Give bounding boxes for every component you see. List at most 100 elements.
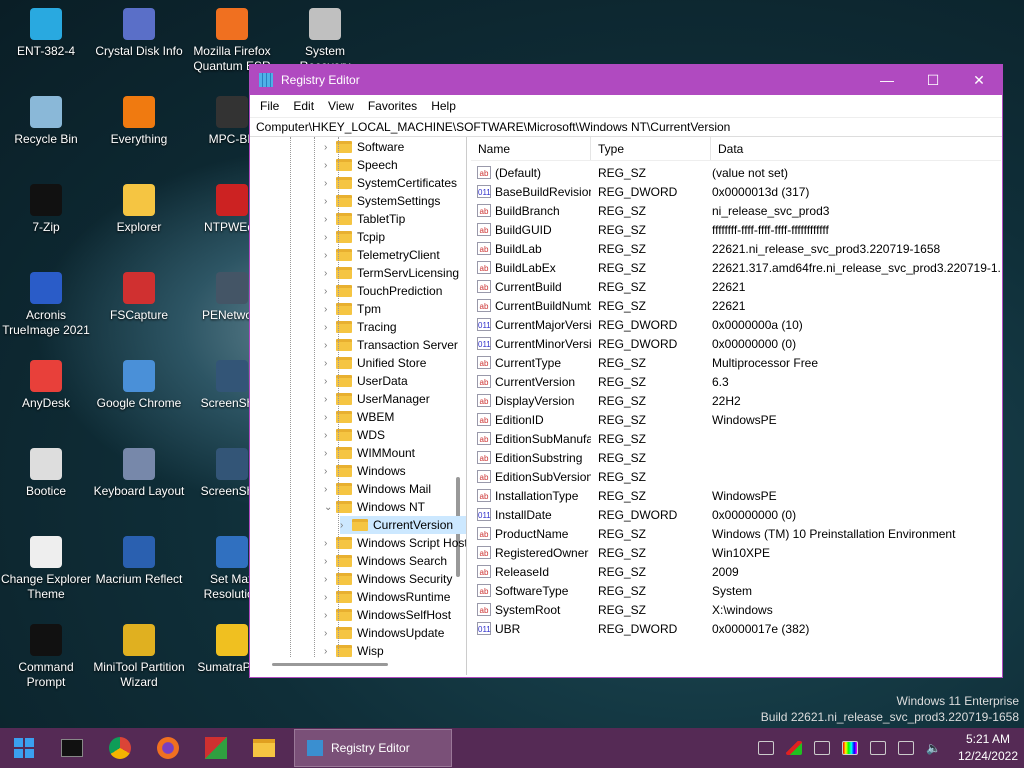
value-row[interactable]: ab BuildBranch REG_SZ ni_release_svc_prod3 <box>471 201 1001 220</box>
tree-item[interactable]: › UserManager <box>324 390 430 408</box>
value-row[interactable]: ab EditionSubstring REG_SZ <box>471 448 1001 467</box>
desktop-icon[interactable]: Change Explorer Theme <box>0 536 92 602</box>
value-row[interactable]: ab SoftwareType REG_SZ System <box>471 581 1001 600</box>
value-row[interactable]: 011 UBR REG_DWORD 0x0000017e (382) <box>471 619 1001 638</box>
value-row[interactable]: ab CurrentType REG_SZ Multiprocessor Free <box>471 353 1001 372</box>
value-row[interactable]: ab (Default) REG_SZ (value not set) <box>471 163 1001 182</box>
value-row[interactable]: ab CurrentBuild REG_SZ 22621 <box>471 277 1001 296</box>
tree-item[interactable]: › Tracing <box>324 318 397 336</box>
value-row[interactable]: ab SystemRoot REG_SZ X:\windows <box>471 600 1001 619</box>
chevron-right-icon[interactable]: › <box>324 232 336 243</box>
tree-item[interactable]: › WindowsSelfHost <box>324 606 451 624</box>
chevron-right-icon[interactable]: › <box>324 412 336 423</box>
chevron-right-icon[interactable]: › <box>324 556 336 567</box>
desktop-icon[interactable]: Bootice <box>0 448 92 499</box>
tree-item[interactable]: › WindowsRuntime <box>324 588 450 606</box>
volume-icon[interactable]: 🔈 <box>926 741 942 755</box>
value-row[interactable]: 011 BaseBuildRevisionNumber REG_DWORD 0x000… <box>471 182 1001 201</box>
taskbar-registry-editor[interactable]: Registry Editor <box>294 729 452 767</box>
chevron-right-icon[interactable]: › <box>324 160 336 171</box>
chevron-right-icon[interactable]: › <box>324 592 336 603</box>
tree-item[interactable]: › TabletTip <box>324 210 405 228</box>
chevron-right-icon[interactable]: › <box>324 646 336 657</box>
desktop-icon[interactable]: AnyDesk <box>0 360 92 411</box>
tree-item[interactable]: › Windows Mail <box>324 480 431 498</box>
value-row[interactable]: ab CurrentBuildNumber REG_SZ 22621 <box>471 296 1001 315</box>
tree-item[interactable]: › SystemSettings <box>324 192 440 210</box>
clock[interactable]: 5:21 AM 12/24/2022 <box>958 731 1018 765</box>
value-row[interactable]: 011 InstallDate REG_DWORD 0x00000000 (0) <box>471 505 1001 524</box>
value-row[interactable]: ab InstallationType REG_SZ WindowsPE <box>471 486 1001 505</box>
chevron-right-icon[interactable]: › <box>324 196 336 207</box>
chevron-right-icon[interactable]: › <box>324 250 336 261</box>
desktop-icon[interactable]: Recycle Bin <box>0 96 92 147</box>
maximize-button[interactable]: ☐ <box>910 72 956 89</box>
value-row[interactable]: ab EditionSubManufacturer REG_SZ <box>471 429 1001 448</box>
menu-view[interactable]: View <box>321 99 361 113</box>
taskbar-firefox[interactable] <box>150 732 186 764</box>
chevron-right-icon[interactable]: › <box>324 376 336 387</box>
tree-item[interactable]: ⌄ Windows NT <box>324 498 425 516</box>
desktop-icon[interactable]: Explorer <box>93 184 185 235</box>
minimize-button[interactable]: — <box>864 72 910 88</box>
taskbar-fscapture[interactable] <box>198 732 234 764</box>
column-data[interactable]: Data <box>711 137 1001 160</box>
chevron-right-icon[interactable]: › <box>340 520 352 531</box>
desktop-icon[interactable]: MiniTool Partition Wizard <box>93 624 185 690</box>
chevron-right-icon[interactable]: › <box>324 538 336 549</box>
chevron-right-icon[interactable]: › <box>324 340 336 351</box>
menu-help[interactable]: Help <box>424 99 463 113</box>
tree-item[interactable]: › TermServLicensing <box>324 264 459 282</box>
address-bar[interactable]: Computer\HKEY_LOCAL_MACHINE\SOFTWARE\Mic… <box>250 117 1002 137</box>
desktop-icon[interactable]: ENT-382-4 <box>0 8 92 59</box>
menu-edit[interactable]: Edit <box>286 99 321 113</box>
value-row[interactable]: ab BuildGUID REG_SZ ffffffff-ffff-ffff-ffff… <box>471 220 1001 239</box>
chevron-right-icon[interactable]: › <box>324 394 336 405</box>
tree-item[interactable]: › TouchPrediction <box>324 282 442 300</box>
tree-item[interactable]: › Unified Store <box>324 354 426 372</box>
chevron-right-icon[interactable]: › <box>324 304 336 315</box>
value-row[interactable]: ab BuildLabEx REG_SZ 22621.317.amd64fre.ni_… <box>471 258 1001 277</box>
tree-item[interactable]: › Software <box>324 138 404 156</box>
tree-item[interactable]: › Tcpip <box>324 228 385 246</box>
close-button[interactable]: ✕ <box>956 72 1002 89</box>
display-color-icon[interactable] <box>841 741 858 755</box>
tree-item[interactable]: › WDS <box>324 426 385 444</box>
chevron-right-icon[interactable]: › <box>324 628 336 639</box>
menu-file[interactable]: File <box>253 99 286 113</box>
chevron-right-icon[interactable]: › <box>324 214 336 225</box>
desktop-icon[interactable]: Everything <box>93 96 185 147</box>
tree-item[interactable]: › Tpm <box>324 300 381 318</box>
chevron-right-icon[interactable]: › <box>324 322 336 333</box>
tree-item[interactable]: › Transaction Server <box>324 336 458 354</box>
chevron-right-icon[interactable]: › <box>324 268 336 279</box>
battery-icon[interactable] <box>897 741 914 755</box>
column-type[interactable]: Type <box>591 137 711 160</box>
chevron-down-icon[interactable]: ⌄ <box>324 502 336 513</box>
start-button[interactable] <box>6 732 42 764</box>
chevron-right-icon[interactable]: › <box>324 358 336 369</box>
tree-item[interactable]: › WindowsUpdate <box>324 624 444 642</box>
desktop-icon[interactable]: Acronis TrueImage 2021 <box>0 272 92 338</box>
chevron-right-icon[interactable]: › <box>324 142 336 153</box>
tree-item[interactable]: › CurrentVersion <box>340 516 466 534</box>
tree-item[interactable]: › Windows Script Host <box>324 534 466 552</box>
desktop-icon[interactable]: Crystal Disk Info <box>93 8 185 59</box>
chevron-right-icon[interactable]: › <box>324 448 336 459</box>
network-icon[interactable] <box>757 741 774 755</box>
value-row[interactable]: ab BuildLab REG_SZ 22621.ni_release_svc_pro… <box>471 239 1001 258</box>
column-name[interactable]: Name <box>471 137 591 160</box>
chevron-right-icon[interactable]: › <box>324 610 336 621</box>
value-row[interactable]: ab RegisteredOwner REG_SZ Win10XPE <box>471 543 1001 562</box>
chevron-right-icon[interactable]: › <box>324 430 336 441</box>
value-row[interactable]: ab CurrentVersion REG_SZ 6.3 <box>471 372 1001 391</box>
tree-item[interactable]: › SystemCertificates <box>324 174 457 192</box>
chevron-right-icon[interactable]: › <box>324 574 336 585</box>
tree-item[interactable]: › Wisp <box>324 642 384 660</box>
tree-item[interactable]: › Speech <box>324 156 398 174</box>
value-row[interactable]: ab EditionSubVersion REG_SZ <box>471 467 1001 486</box>
taskbar-explorer[interactable] <box>246 732 282 764</box>
tree-item[interactable]: › Windows <box>324 462 406 480</box>
tree-item[interactable]: › WBEM <box>324 408 394 426</box>
taskbar-command-prompt[interactable] <box>54 732 90 764</box>
